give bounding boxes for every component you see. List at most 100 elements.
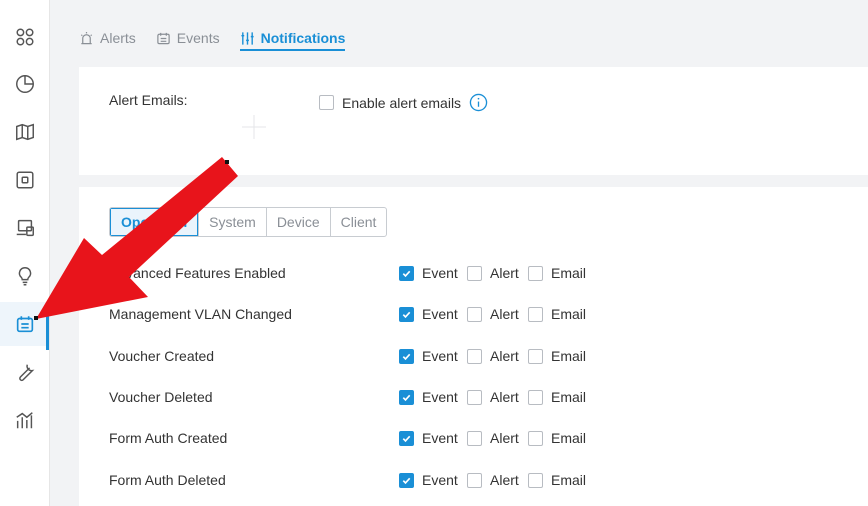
tab-alerts[interactable]: Alerts [79, 27, 136, 49]
sidebar-item-devices[interactable] [0, 158, 49, 202]
event-name: Form Auth Deleted [109, 472, 226, 488]
alert-option[interactable]: Alert [467, 389, 519, 405]
pie-chart-icon [15, 75, 34, 93]
alert-option[interactable]: Alert [467, 348, 519, 364]
table-row: Management VLAN Changed Event Alert Email [109, 306, 849, 326]
event-checkbox[interactable] [399, 389, 414, 405]
email-option-label: Email [551, 430, 587, 446]
info-icon[interactable] [469, 93, 488, 112]
email-option[interactable]: Email [528, 430, 586, 446]
email-option[interactable]: Email [528, 389, 586, 405]
event-name: Advanced Features Enabled [109, 265, 286, 281]
email-checkbox[interactable] [528, 430, 543, 446]
event-option[interactable]: Event [399, 265, 458, 281]
email-option[interactable]: Email [528, 265, 586, 281]
enable-alert-emails-label: Enable alert emails [342, 94, 462, 111]
alert-checkbox[interactable] [467, 306, 482, 322]
device-icon [15, 171, 34, 189]
alert-option-label: Alert [490, 348, 519, 364]
tab-bar: Alerts Events Notifications [79, 27, 346, 53]
email-checkbox[interactable] [528, 389, 543, 405]
sidebar-item-reports[interactable] [0, 398, 49, 442]
email-checkbox[interactable] [528, 348, 543, 364]
bulb-icon [18, 267, 31, 286]
table-row: Voucher Deleted Event Alert Email [109, 389, 849, 409]
event-name: Management VLAN Changed [109, 306, 292, 322]
email-checkbox[interactable] [528, 472, 543, 488]
sidebar-item-insight[interactable] [0, 254, 49, 298]
events-icon [157, 32, 170, 44]
alert-checkbox[interactable] [467, 389, 482, 405]
sidebar-item-settings[interactable] [0, 350, 49, 394]
sidebar-item-clients[interactable] [0, 206, 49, 250]
event-option[interactable]: Event [399, 389, 458, 405]
alert-checkbox[interactable] [467, 348, 482, 364]
event-option-label: Event [422, 430, 458, 446]
category-segmented-control: Operation System Device Client [109, 207, 388, 237]
event-checkbox[interactable] [399, 430, 414, 446]
alert-option-label: Alert [490, 430, 519, 446]
segment-system[interactable]: System [198, 208, 266, 236]
grid-icon [15, 28, 34, 46]
alert-option[interactable]: Alert [467, 472, 519, 488]
tab-events[interactable]: Events [156, 27, 220, 49]
event-option[interactable]: Event [399, 430, 458, 446]
email-option-label: Email [551, 389, 587, 405]
alert-checkbox[interactable] [467, 430, 482, 446]
event-name: Voucher Deleted [109, 389, 213, 405]
email-option-label: Email [551, 472, 587, 488]
sidebar-item-statistics[interactable] [0, 62, 49, 106]
alert-option-label: Alert [490, 389, 519, 405]
alert-checkbox[interactable] [467, 265, 482, 281]
stats-icon [15, 412, 33, 429]
event-checkbox[interactable] [399, 265, 414, 281]
segment-device[interactable]: Device [265, 208, 330, 236]
alert-option[interactable]: Alert [467, 265, 519, 281]
enable-alert-emails[interactable]: Enable alert emails [319, 93, 488, 112]
alert-option-label: Alert [490, 265, 519, 281]
event-option-label: Event [422, 472, 458, 488]
event-option[interactable]: Event [399, 306, 458, 322]
event-option-label: Event [422, 348, 458, 364]
segment-client[interactable]: Client [329, 208, 387, 236]
event-checkbox[interactable] [399, 472, 414, 488]
sidebar [0, 0, 50, 506]
tab-notifications[interactable]: Notifications [239, 27, 346, 51]
email-checkbox[interactable] [528, 265, 543, 281]
event-option[interactable]: Event [399, 348, 458, 364]
alert-option-label: Alert [490, 306, 519, 322]
table-row: Voucher Created Event Alert Email [109, 348, 849, 368]
enable-alert-emails-checkbox[interactable] [319, 95, 334, 110]
event-checkbox[interactable] [399, 306, 414, 322]
tab-events-label: Events [176, 30, 220, 46]
event-checkbox[interactable] [399, 348, 414, 364]
table-row: Form Auth Created Event Alert Email [109, 430, 849, 450]
tab-alerts-label: Alerts [100, 30, 136, 46]
segment-operation[interactable]: Operation [110, 208, 199, 236]
event-option[interactable]: Event [399, 472, 458, 488]
table-row: Advanced Features Enabled Event Alert Email [109, 265, 849, 285]
devices-icon [16, 219, 34, 237]
sidebar-item-map[interactable] [0, 110, 49, 154]
email-option[interactable]: Email [528, 472, 586, 488]
alarm-icon [80, 31, 93, 44]
email-checkbox[interactable] [528, 306, 543, 322]
email-option-label: Email [551, 306, 587, 322]
alert-option[interactable]: Alert [467, 306, 519, 322]
event-option-label: Event [422, 265, 458, 281]
email-option[interactable]: Email [528, 306, 586, 322]
sidebar-item-logs[interactable] [0, 302, 49, 350]
log-icon [16, 316, 33, 333]
alert-option[interactable]: Alert [467, 430, 519, 446]
event-option-label: Event [422, 389, 458, 405]
email-option[interactable]: Email [528, 348, 586, 364]
alert-option-label: Alert [490, 472, 519, 488]
alert-emails-label: Alert Emails: [109, 92, 188, 108]
table-row: Form Auth Deleted Event Alert Email [109, 472, 849, 492]
tab-notifications-label: Notifications [260, 30, 346, 46]
wrench-icon [18, 364, 34, 382]
alert-checkbox[interactable] [467, 472, 482, 488]
sidebar-item-dashboard[interactable] [0, 15, 49, 59]
map-icon [15, 123, 34, 141]
event-option-label: Event [422, 306, 458, 322]
